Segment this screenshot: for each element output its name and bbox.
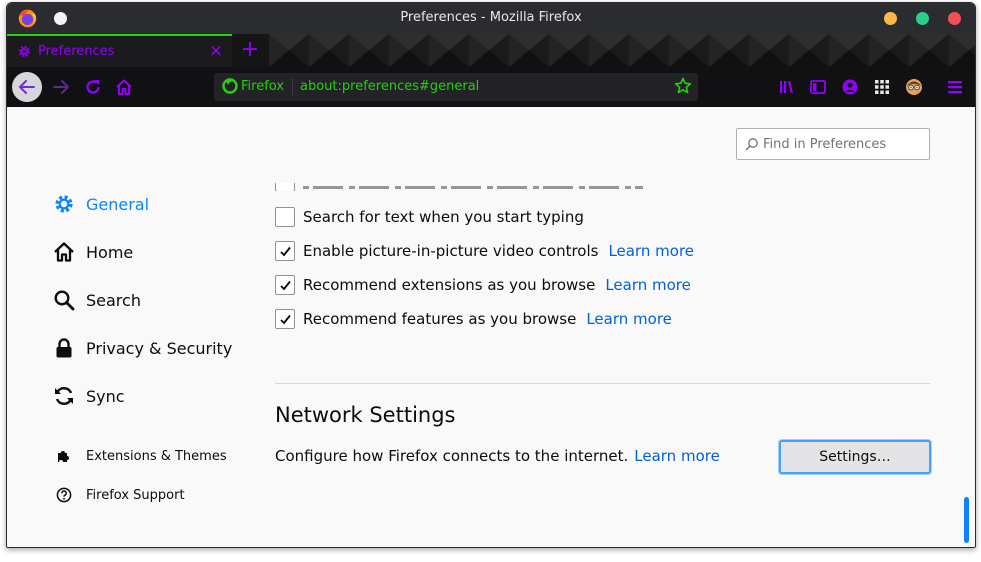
arrow-left-icon xyxy=(19,80,35,94)
bookmark-star-icon[interactable] xyxy=(674,77,692,95)
home-icon xyxy=(116,79,132,95)
search-icon xyxy=(745,138,758,151)
scrolled-off-label xyxy=(303,186,643,189)
home-icon xyxy=(52,240,76,264)
checkbox[interactable] xyxy=(275,183,295,191)
reload-icon xyxy=(86,80,100,94)
learn-more-link[interactable]: Learn more xyxy=(634,447,720,465)
option-label: Recommend extensions as you browse xyxy=(303,276,596,294)
section-divider xyxy=(275,383,930,384)
tab-label: Preferences xyxy=(38,44,115,59)
preferences-page: General Home Search xyxy=(7,107,975,547)
scrollbar-thumb[interactable] xyxy=(964,497,969,543)
category-privacy-security[interactable]: Privacy & Security xyxy=(52,336,232,360)
firefox-identity-icon xyxy=(222,78,238,94)
title-bar: Preferences - Mozilla Firefox xyxy=(7,3,975,34)
option-label: Search for text when you start typing xyxy=(303,208,584,226)
category-extensions-themes[interactable]: Extensions & Themes xyxy=(52,447,227,465)
library-icon[interactable] xyxy=(778,78,796,96)
extensions-grid-icon[interactable] xyxy=(873,78,891,96)
reload-button[interactable] xyxy=(78,72,108,102)
identity-label: Firefox xyxy=(241,79,285,94)
lock-icon xyxy=(52,336,76,360)
checkmark-icon xyxy=(279,314,291,324)
option-recommend-features[interactable]: Recommend features as you browse Learn m… xyxy=(275,308,672,330)
network-settings-title: Network Settings xyxy=(275,403,456,427)
home-button[interactable] xyxy=(109,72,139,102)
category-label: General xyxy=(86,194,150,214)
network-description: Configure how Firefox connects to the in… xyxy=(275,447,629,465)
category-label: Extensions & Themes xyxy=(86,448,227,464)
learn-more-link[interactable]: Learn more xyxy=(586,310,672,328)
category-label: Firefox Support xyxy=(86,487,185,503)
option-recommend-extensions[interactable]: Recommend extensions as you browse Learn… xyxy=(275,274,691,296)
gear-icon xyxy=(52,192,76,216)
gear-icon xyxy=(19,46,30,57)
url-text[interactable]: about:preferences#general xyxy=(300,79,479,94)
option-search-when-typing[interactable]: Search for text when you start typing xyxy=(275,206,584,228)
category-label: Privacy & Security xyxy=(86,338,233,358)
checkbox[interactable] xyxy=(275,309,295,329)
navigation-toolbar: Firefox about:preferences#general xyxy=(7,67,975,107)
category-firefox-support[interactable]: Firefox Support xyxy=(52,486,185,504)
tab-strip: Preferences × + xyxy=(7,34,975,67)
avatar-icon[interactable] xyxy=(905,78,923,96)
back-button[interactable] xyxy=(12,72,42,102)
category-label: Sync xyxy=(86,386,125,406)
tab-close-button[interactable]: × xyxy=(206,41,226,61)
checkbox[interactable] xyxy=(275,275,295,295)
category-general[interactable]: General xyxy=(52,192,149,216)
menu-icon[interactable] xyxy=(946,78,964,96)
learn-more-link[interactable]: Learn more xyxy=(605,276,691,294)
new-tab-button[interactable]: + xyxy=(239,36,261,64)
network-settings-button[interactable]: Settings… xyxy=(779,440,931,474)
checkmark-icon xyxy=(279,246,291,256)
category-label: Search xyxy=(86,290,141,310)
sync-icon xyxy=(52,384,76,408)
sidebar-icon[interactable] xyxy=(809,78,827,96)
theme-background-pattern xyxy=(269,34,975,67)
category-label: Home xyxy=(86,242,134,262)
arrow-right-icon xyxy=(53,80,69,94)
window-title: Preferences - Mozilla Firefox xyxy=(400,10,582,25)
category-sync[interactable]: Sync xyxy=(52,384,125,408)
checkbox[interactable] xyxy=(275,241,295,261)
network-settings-row: Configure how Firefox connects to the in… xyxy=(275,447,720,465)
account-icon[interactable] xyxy=(841,78,859,96)
url-bar[interactable]: Firefox about:preferences#general xyxy=(214,73,698,101)
option-label: Recommend features as you browse xyxy=(303,310,577,328)
find-in-preferences[interactable] xyxy=(736,128,930,160)
option-label: Enable picture-in-picture video controls xyxy=(303,242,599,260)
maximize-button[interactable] xyxy=(916,12,929,25)
help-icon xyxy=(52,486,76,504)
search-icon xyxy=(52,288,76,312)
tab-preferences[interactable]: Preferences × xyxy=(7,34,232,67)
forward-button[interactable] xyxy=(46,72,76,102)
puzzle-icon xyxy=(52,447,76,465)
category-home[interactable]: Home xyxy=(52,240,133,264)
scrolled-off-option xyxy=(275,183,675,191)
option-picture-in-picture[interactable]: Enable picture-in-picture video controls… xyxy=(275,240,694,262)
checkmark-icon xyxy=(279,280,291,290)
category-search[interactable]: Search xyxy=(52,288,141,312)
learn-more-link[interactable]: Learn more xyxy=(608,242,694,260)
find-in-preferences-input[interactable] xyxy=(763,133,923,155)
checkbox[interactable] xyxy=(275,207,295,227)
browser-window: Preferences - Mozilla Firefox Preference… xyxy=(6,2,976,548)
url-separator xyxy=(292,78,293,96)
close-window-button[interactable] xyxy=(948,12,961,25)
minimize-button[interactable] xyxy=(884,12,897,25)
